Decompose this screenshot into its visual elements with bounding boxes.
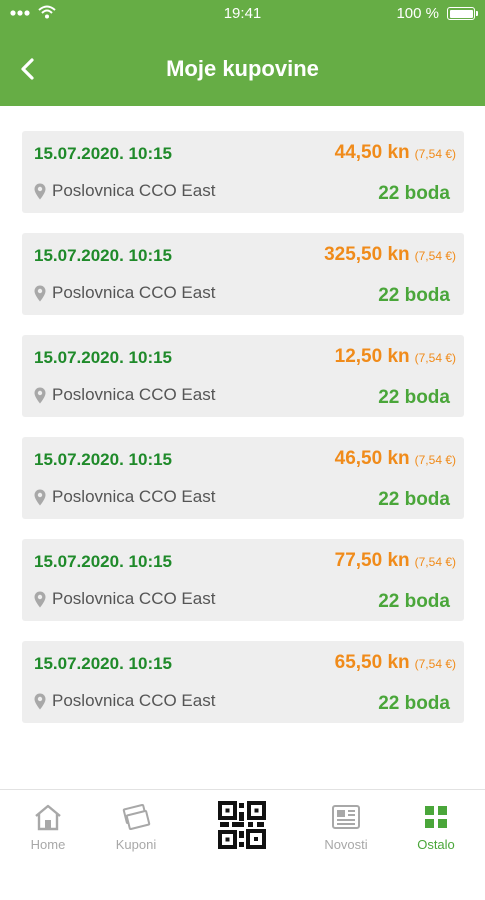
home-icon (35, 804, 61, 831)
purchase-location: Poslovnica CCO East (52, 691, 216, 710)
purchase-amount: 325,50 kn (324, 244, 410, 265)
purchase-card[interactable]: 15.07.2020. 10:15 12,50 kn (7,54 €) Posl… (22, 335, 464, 417)
page-title: Moje kupovine (166, 56, 319, 81)
purchase-amount: 77,50 kn (334, 550, 410, 571)
purchase-card[interactable]: 15.07.2020. 10:15 46,50 kn (7,54 €) Posl… (22, 437, 464, 519)
purchase-amount-eur: (7,54 €) (414, 453, 456, 467)
purchase-date: 15.07.2020. 10:15 (34, 348, 173, 367)
location-pin-icon (34, 693, 46, 709)
qr-code-icon (218, 801, 266, 849)
purchase-amount: 44,50 kn (334, 142, 410, 163)
tab-novosti-label: Novosti (324, 837, 368, 852)
tab-novosti[interactable]: Novosti (306, 800, 386, 852)
purchase-card[interactable]: 15.07.2020. 10:15 44,50 kn (7,54 €) Posl… (22, 131, 464, 213)
purchase-points: 22 boda (378, 387, 450, 408)
tab-ostalo-label: Ostalo (417, 837, 455, 852)
location-pin-icon (34, 591, 46, 607)
purchase-amount-eur: (7,54 €) (414, 351, 456, 365)
purchase-date: 15.07.2020. 10:15 (34, 552, 173, 571)
tab-ostalo[interactable]: Ostalo (396, 800, 476, 852)
purchase-date: 15.07.2020. 10:15 (34, 654, 173, 673)
purchase-date: 15.07.2020. 10:15 (34, 144, 173, 163)
coupon-icon (122, 804, 151, 830)
purchase-points: 22 boda (378, 285, 450, 306)
battery-icon (447, 7, 478, 20)
purchase-card[interactable]: 15.07.2020. 10:15 77,50 kn (7,54 €) Posl… (22, 539, 464, 621)
purchase-amount-eur: (7,54 €) (414, 657, 456, 671)
app-header: 19:41 100 % Moje kupovine (0, 0, 485, 106)
purchase-location: Poslovnica CCO East (52, 385, 216, 404)
tab-home-label: Home (30, 837, 66, 852)
purchase-date: 15.07.2020. 10:15 (34, 450, 173, 469)
location-pin-icon (34, 489, 46, 505)
purchase-card[interactable]: 15.07.2020. 10:15 325,50 kn (7,54 €) Pos… (22, 233, 464, 315)
purchase-amount-eur: (7,54 €) (414, 249, 456, 263)
purchase-points: 22 boda (378, 489, 450, 510)
tab-kuponi[interactable]: Kuponi (96, 800, 176, 852)
location-pin-icon (34, 285, 46, 301)
purchase-location: Poslovnica CCO East (52, 487, 216, 506)
tab-qr-scan[interactable] (202, 800, 282, 850)
purchase-amount: 46,50 kn (334, 448, 410, 469)
purchase-points: 22 boda (378, 591, 450, 612)
bottom-tab-bar: Home Kuponi Novosti Ostalo (0, 789, 485, 900)
tab-kuponi-label: Kuponi (115, 837, 157, 852)
tab-home[interactable]: Home (8, 800, 88, 852)
grid-icon (425, 806, 447, 828)
purchase-location: Poslovnica CCO East (52, 283, 216, 302)
battery-percent: 100 % (396, 5, 439, 22)
purchase-amount-eur: (7,54 €) (414, 555, 456, 569)
purchase-points: 22 boda (378, 693, 450, 714)
purchase-amount-eur: (7,54 €) (414, 147, 456, 161)
purchase-points: 22 boda (378, 183, 450, 204)
purchase-card[interactable]: 15.07.2020. 10:15 65,50 kn (7,54 €) Posl… (22, 641, 464, 723)
status-bar: 19:41 100 % (0, 0, 485, 28)
location-pin-icon (34, 183, 46, 199)
purchase-list: 15.07.2020. 10:15 44,50 kn (7,54 €) Posl… (22, 131, 464, 743)
news-icon (332, 805, 360, 829)
purchase-location: Poslovnica CCO East (52, 589, 216, 608)
location-pin-icon (34, 387, 46, 403)
purchase-location: Poslovnica CCO East (52, 181, 216, 200)
purchase-date: 15.07.2020. 10:15 (34, 246, 173, 265)
purchase-amount: 65,50 kn (334, 652, 410, 673)
purchase-amount: 12,50 kn (334, 346, 410, 367)
